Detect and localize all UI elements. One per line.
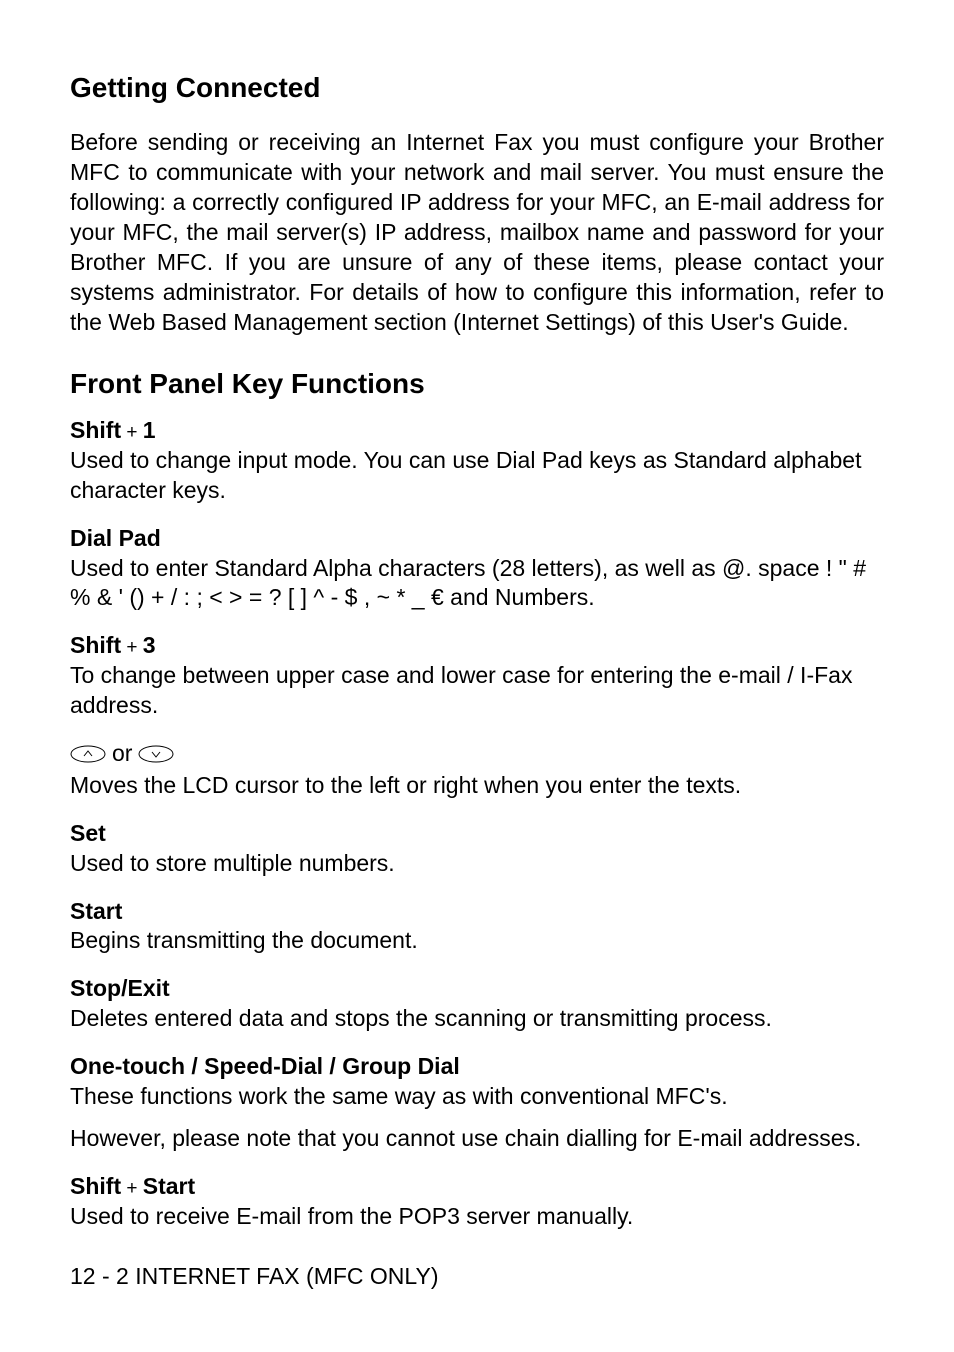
- heading-front-panel: Front Panel Key Functions: [70, 366, 884, 402]
- section-dial-pad: Dial Pad Used to enter Standard Alpha ch…: [70, 524, 884, 614]
- desc-set: Used to store multiple numbers.: [70, 849, 884, 879]
- desc-shift-3: To change between upper case and lower c…: [70, 661, 884, 721]
- key-3: 3: [143, 632, 156, 658]
- section-start: Start Begins transmitting the document.: [70, 897, 884, 957]
- key-shift: Shift: [70, 632, 121, 658]
- euro-icon: €: [431, 584, 444, 610]
- or-text: or: [112, 739, 132, 769]
- desc-dial-pad-b: and Numbers.: [444, 584, 595, 610]
- key-shift: Shift: [70, 1173, 121, 1199]
- section-set: Set Used to store multiple numbers.: [70, 819, 884, 879]
- key-set: Set: [70, 819, 884, 849]
- key-start: Start: [143, 1173, 195, 1199]
- section-shift-3: Shift + 3 To change between upper case a…: [70, 631, 884, 721]
- desc-shift-start: Used to receive E-mail from the POP3 ser…: [70, 1202, 884, 1232]
- section-arrows: or Moves the LCD cursor to the left or r…: [70, 739, 884, 801]
- section-shift-1: Shift + 1 Used to change input mode. You…: [70, 416, 884, 506]
- desc-stop-exit: Deletes entered data and stops the scann…: [70, 1004, 884, 1034]
- section-stop-exit: Stop/Exit Deletes entered data and stops…: [70, 974, 884, 1034]
- desc-arrows: Moves the LCD cursor to the left or righ…: [70, 771, 884, 801]
- section-shift-start: Shift + Start Used to receive E-mail fro…: [70, 1172, 884, 1232]
- section-one-touch: One-touch / Speed-Dial / Group Dial Thes…: [70, 1052, 884, 1154]
- desc-shift-1: Used to change input mode. You can use D…: [70, 446, 884, 506]
- desc-dial-pad: Used to enter Standard Alpha characters …: [70, 554, 884, 614]
- page-footer: 12 - 2 INTERNET FAX (MFC ONLY): [70, 1262, 884, 1292]
- key-start: Start: [70, 897, 884, 927]
- arrow-left-icon: [70, 745, 106, 763]
- arrow-right-icon: [138, 745, 174, 763]
- desc-one-touch-1: These functions work the same way as wit…: [70, 1082, 884, 1112]
- key-1: 1: [143, 417, 156, 443]
- key-shift: Shift: [70, 417, 121, 443]
- plus-sign: +: [121, 1178, 143, 1199]
- desc-start: Begins transmitting the document.: [70, 926, 884, 956]
- heading-getting-connected: Getting Connected: [70, 70, 884, 106]
- plus-sign: +: [121, 422, 143, 443]
- key-one-touch: One-touch / Speed-Dial / Group Dial: [70, 1052, 884, 1082]
- intro-paragraph: Before sending or receiving an Internet …: [70, 128, 884, 337]
- desc-one-touch-2: However, please note that you cannot use…: [70, 1124, 884, 1154]
- plus-sign: +: [121, 637, 143, 658]
- key-stop-exit: Stop/Exit: [70, 974, 884, 1004]
- key-dial-pad: Dial Pad: [70, 524, 884, 554]
